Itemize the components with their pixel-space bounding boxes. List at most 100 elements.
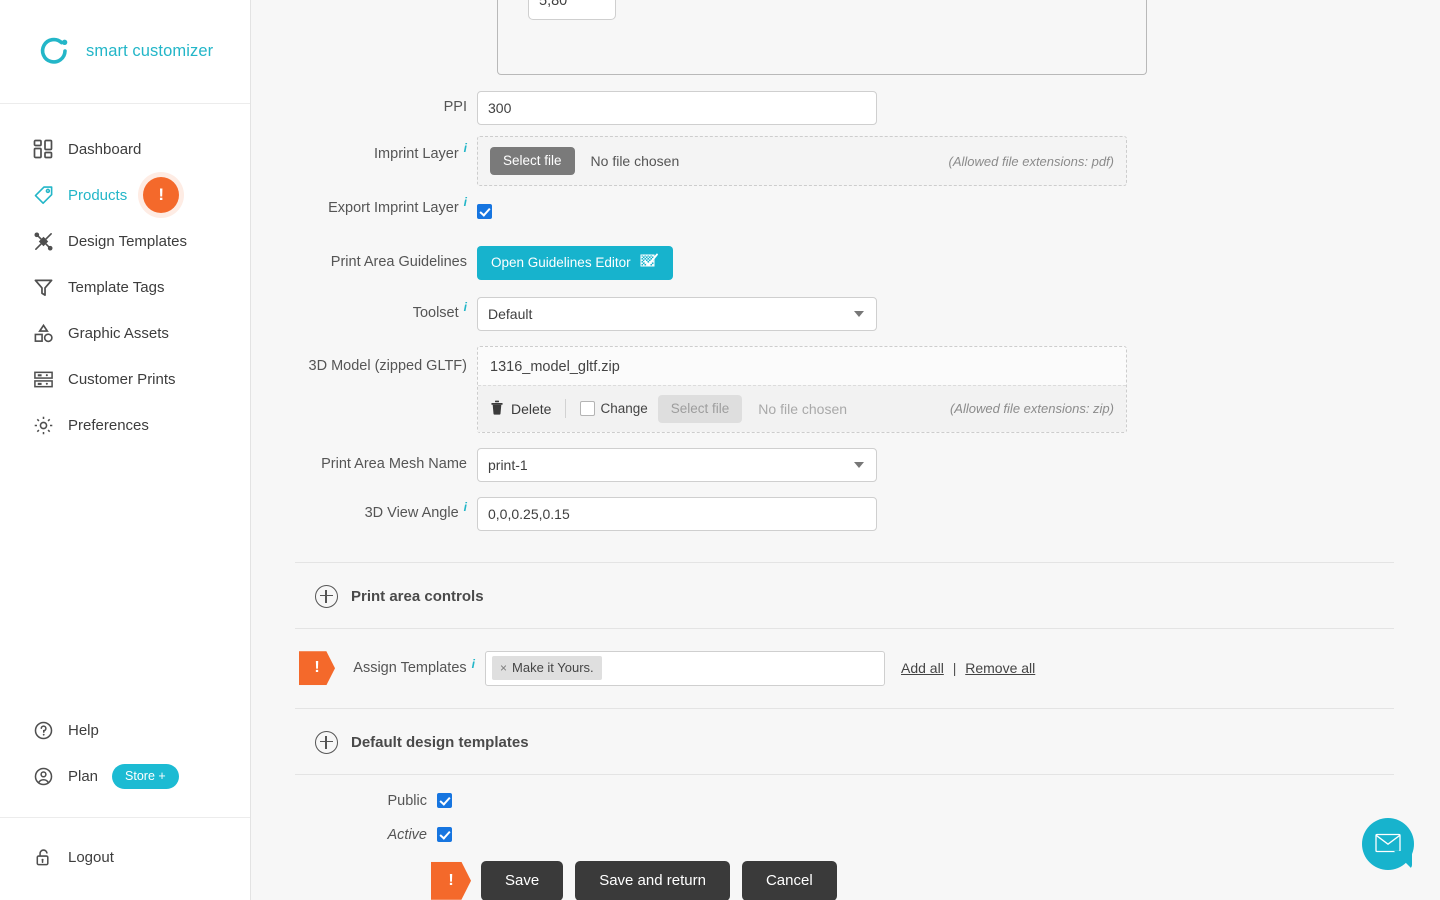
guidelines-check-icon xyxy=(640,252,659,274)
model-3d-no-file-label: No file chosen xyxy=(758,400,848,417)
view-angle-3d-row: 3D View Angle i xyxy=(287,496,1404,531)
active-checkbox[interactable] xyxy=(437,827,452,843)
chevron-down-icon xyxy=(854,310,864,317)
dashboard-grid-icon xyxy=(30,136,56,162)
info-icon[interactable]: i xyxy=(464,301,467,313)
plus-circle-icon xyxy=(315,584,338,608)
model-3d-select-file-button[interactable]: Select file xyxy=(657,394,743,423)
save-button[interactable]: Save xyxy=(481,860,564,900)
sidebar-item-logout[interactable]: Logout xyxy=(0,834,250,880)
tag-icon xyxy=(30,182,56,208)
imprint-allowed-extensions: (Allowed file extensions: pdf) xyxy=(948,153,1114,169)
add-all-link[interactable]: Add all xyxy=(901,660,944,676)
toolset-label-text: Toolset xyxy=(412,304,459,321)
model-3d-change-label: Change xyxy=(600,401,648,417)
sidebar-divider xyxy=(0,817,250,818)
sidebar-item-plan[interactable]: Plan Store + xyxy=(0,753,250,799)
sidebar-item-customer-prints[interactable]: Customer Prints xyxy=(0,356,250,402)
print-area-mesh-name-label: Print Area Mesh Name xyxy=(321,455,467,472)
toolset-selected-value: Default xyxy=(488,305,533,322)
template-chip[interactable]: × Make it Yours. xyxy=(492,656,602,681)
gear-icon xyxy=(30,412,56,438)
sidebar-item-label: Template Tags xyxy=(68,278,165,296)
sidebar-item-graphic-assets[interactable]: Graphic Assets xyxy=(0,310,250,356)
cancel-button[interactable]: Cancel xyxy=(741,860,837,900)
save-and-return-button[interactable]: Save and return xyxy=(575,860,730,900)
sidebar-item-preferences[interactable]: Preferences xyxy=(0,402,250,448)
shapes-icon xyxy=(30,320,56,346)
model-3d-filename: 1316_model_gltf.zip xyxy=(490,358,620,375)
customer-prints-icon xyxy=(30,366,56,392)
ppi-input[interactable] xyxy=(477,91,877,125)
info-icon[interactable]: i xyxy=(464,142,467,154)
active-label: Active xyxy=(387,826,428,843)
imprint-select-file-button[interactable]: Select file xyxy=(490,147,575,175)
question-circle-icon xyxy=(30,717,56,743)
model-3d-delete-button[interactable]: Delete xyxy=(490,399,551,418)
sidebar-item-dashboard[interactable]: Dashboard xyxy=(0,126,250,172)
design-templates-icon xyxy=(30,228,56,254)
chip-remove-icon[interactable]: × xyxy=(500,661,507,675)
assign-templates-label-text: Assign Templates xyxy=(353,660,467,677)
form-button-bar: ! Save Save and return Cancel xyxy=(287,860,1404,900)
assign-templates-alert-flag[interactable]: ! xyxy=(299,651,335,686)
model-3d-change-checkbox[interactable] xyxy=(580,401,596,417)
print-size-panel xyxy=(497,0,1147,75)
support-chat-button[interactable] xyxy=(1362,818,1414,870)
trash-icon xyxy=(490,399,504,418)
info-icon[interactable]: i xyxy=(464,196,467,208)
main-content: PPI Imprint Layer i Select file No file … xyxy=(251,0,1440,900)
toolset-row: Toolset i Default xyxy=(287,296,1404,331)
export-imprint-layer-label-text: Export Imprint Layer xyxy=(328,200,459,216)
products-alert-badge[interactable]: ! xyxy=(143,177,180,213)
open-guidelines-editor-button[interactable]: Open Guidelines Editor xyxy=(477,245,673,280)
ppi-field xyxy=(477,91,1404,125)
active-row: Active xyxy=(287,827,1404,843)
sidebar-item-label: Plan xyxy=(68,767,99,785)
sidebar-item-template-tags[interactable]: Template Tags xyxy=(0,264,250,310)
print-area-mesh-name-field: print-1 xyxy=(477,447,1404,482)
print-area-controls-section[interactable]: Print area controls xyxy=(287,563,1404,628)
funnel-tag-icon xyxy=(30,274,56,300)
brand-name: smart customizer xyxy=(86,42,214,60)
sidebar-item-label: Design Templates xyxy=(68,232,187,250)
model-3d-row: 3D Model (zipped GLTF) 1316_model_gltf.z… xyxy=(287,345,1404,433)
toolset-select[interactable]: Default xyxy=(477,296,877,331)
model-3d-box: 1316_model_gltf.zip Delete Change Select… xyxy=(477,345,1127,433)
product-form: PPI Imprint Layer i Select file No file … xyxy=(251,0,1440,900)
print-area-mesh-name-select[interactable]: print-1 xyxy=(477,447,877,482)
save-alert-flag[interactable]: ! xyxy=(431,861,471,900)
brand-header[interactable]: smart customizer xyxy=(0,0,250,104)
info-icon[interactable]: i xyxy=(472,658,475,670)
sidebar-item-help[interactable]: Help xyxy=(0,707,250,753)
model-3d-delete-label: Delete xyxy=(511,400,552,417)
open-guidelines-editor-label: Open Guidelines Editor xyxy=(491,255,631,271)
imprint-layer-label: Imprint Layer i xyxy=(287,136,477,162)
remove-all-link[interactable]: Remove all xyxy=(965,660,1035,676)
user-circle-icon xyxy=(30,763,56,789)
default-design-templates-section[interactable]: Default design templates xyxy=(287,709,1404,774)
info-icon[interactable]: i xyxy=(464,501,467,513)
sidebar: smart customizer Dashboard Products ! De… xyxy=(0,0,251,900)
assign-templates-links: Add all | Remove all xyxy=(901,660,1035,676)
view-angle-3d-input[interactable] xyxy=(477,496,877,531)
sidebar-item-label: Logout xyxy=(68,848,114,866)
sidebar-item-products[interactable]: Products ! xyxy=(0,172,250,218)
assign-templates-input[interactable]: × Make it Yours. xyxy=(485,650,885,686)
plan-store-pill[interactable]: Store + xyxy=(112,763,179,789)
print-area-mesh-name-row: Print Area Mesh Name print-1 xyxy=(287,447,1404,482)
sidebar-item-label: Help xyxy=(68,721,99,739)
model-3d-field: 1316_model_gltf.zip Delete Change Select… xyxy=(477,345,1404,433)
print-area-controls-title: Print area controls xyxy=(351,587,484,605)
sidebar-item-design-templates[interactable]: Design Templates xyxy=(0,218,250,264)
export-imprint-layer-checkbox[interactable] xyxy=(477,203,492,219)
model-3d-allowed-extensions: (Allowed file extensions: zip) xyxy=(949,401,1114,417)
public-checkbox[interactable] xyxy=(437,793,452,809)
imprint-layer-row: Imprint Layer i Select file No file chos… xyxy=(287,136,1404,186)
model-3d-change-toggle[interactable]: Change xyxy=(580,401,648,417)
ppi-row: PPI xyxy=(287,91,1404,125)
sidebar-item-label: Preferences xyxy=(68,416,149,434)
plus-circle-icon xyxy=(315,730,338,754)
print-size-input[interactable] xyxy=(528,0,616,20)
view-angle-3d-label-text: 3D View Angle xyxy=(364,504,459,521)
